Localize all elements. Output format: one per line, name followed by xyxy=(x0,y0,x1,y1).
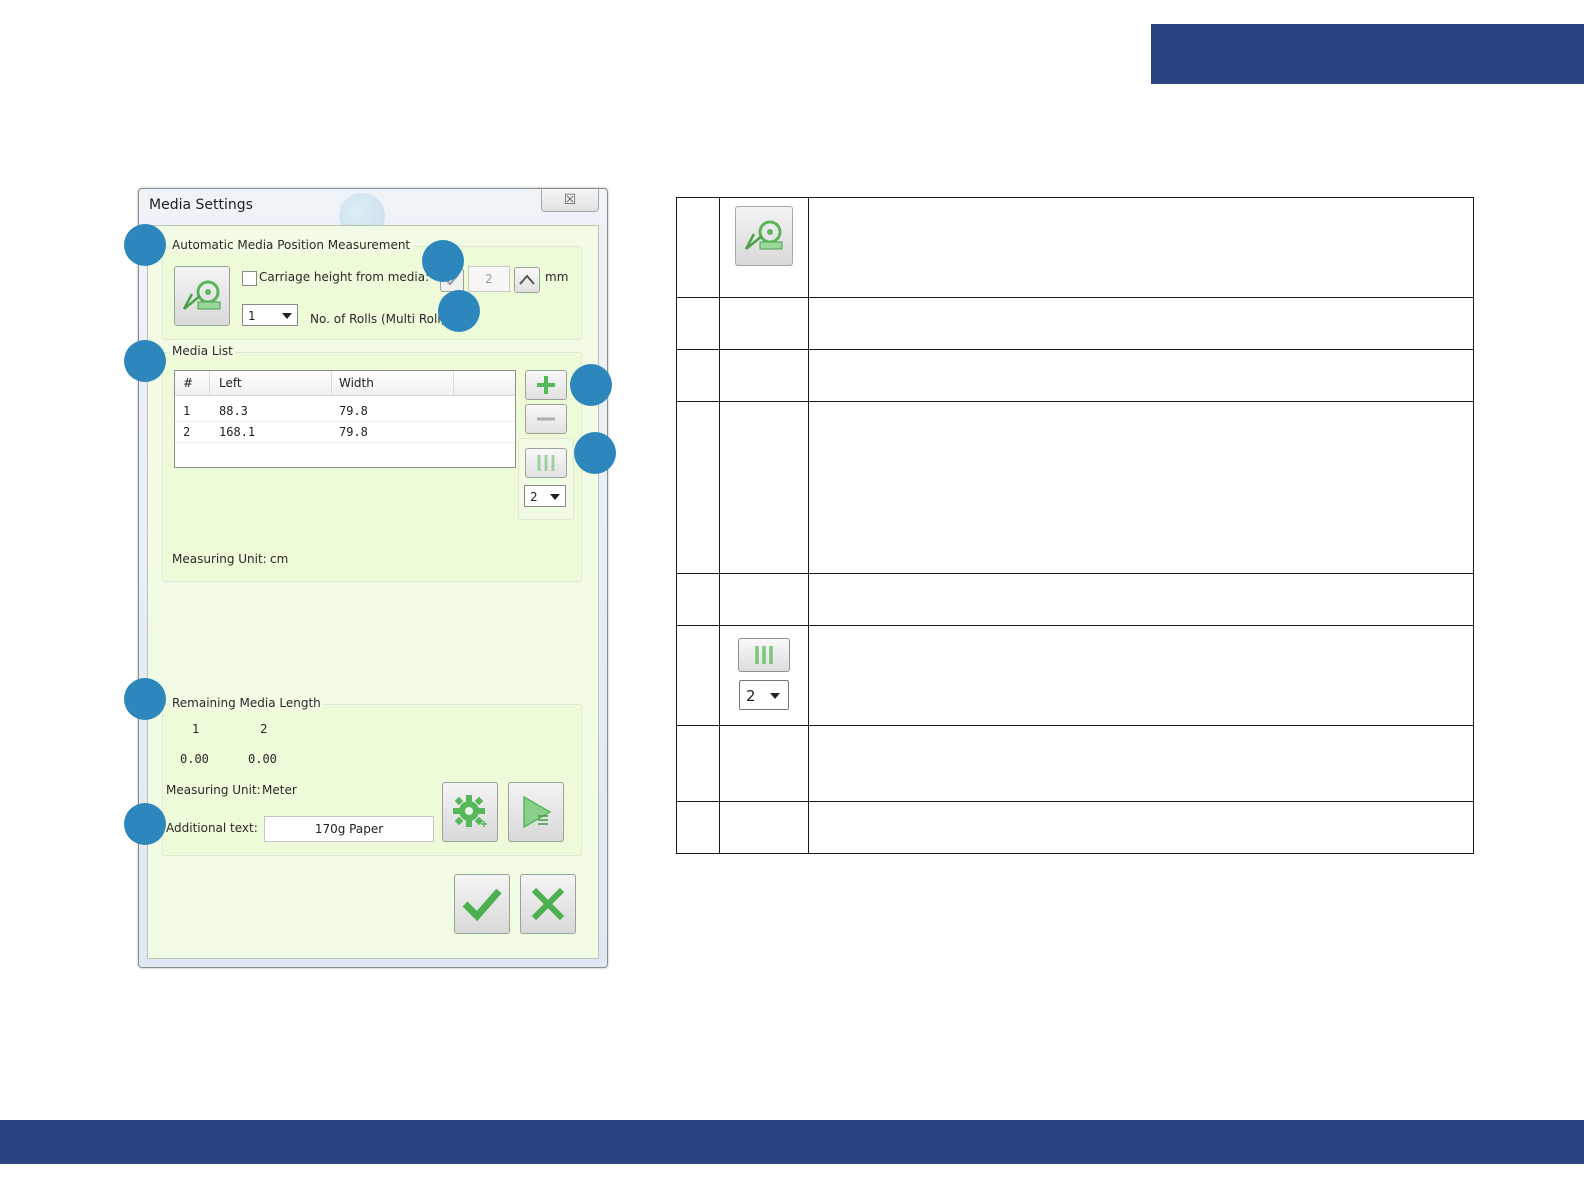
height-field[interactable]: 2 xyxy=(468,266,510,292)
table-row xyxy=(676,401,1474,574)
table-row xyxy=(676,197,1474,298)
media-list-header: # Left Width xyxy=(175,371,515,396)
remaining-unit-value: Meter xyxy=(262,783,297,797)
table-row xyxy=(676,573,1474,626)
table-row xyxy=(676,801,1474,854)
chevron-up-icon xyxy=(519,274,535,285)
tape-measure-icon xyxy=(744,220,783,250)
row-num: 1 xyxy=(183,404,191,418)
table-row: 2 xyxy=(676,625,1474,726)
gear-icon xyxy=(453,795,487,827)
chevron-down-icon xyxy=(550,494,560,500)
table-row[interactable]: 1 88.3 79.8 xyxy=(175,401,515,422)
split-count-illustration: 2 xyxy=(739,680,789,710)
callout-marker xyxy=(124,678,166,720)
minus-icon xyxy=(537,417,555,421)
measure-button[interactable] xyxy=(174,266,230,326)
column-header-left: Left xyxy=(219,376,242,390)
split-count-select[interactable]: 2 xyxy=(524,485,566,507)
tape-measure-icon xyxy=(182,280,221,310)
table-row xyxy=(676,725,1474,802)
additional-text-label: Additional text: xyxy=(166,821,258,835)
callout-marker xyxy=(570,364,612,406)
split-button-illustration xyxy=(738,638,790,672)
chevron-down-icon xyxy=(282,313,292,319)
table-row xyxy=(676,349,1474,402)
split-media-button[interactable] xyxy=(525,448,567,478)
media-list-table[interactable]: # Left Width 1 88.3 79.8 2 168.1 79.8 xyxy=(174,370,516,468)
play-arrow-icon xyxy=(523,795,552,829)
carriage-height-checkbox[interactable] xyxy=(242,271,257,286)
split-columns-icon xyxy=(537,455,555,471)
header-bar xyxy=(1151,24,1584,84)
media-list-unit-label: Measuring Unit: xyxy=(172,552,267,566)
rolls-value: 1 xyxy=(248,309,256,323)
callout-marker xyxy=(124,803,166,845)
add-media-button[interactable] xyxy=(525,370,567,400)
table-row xyxy=(676,297,1474,350)
cross-icon xyxy=(531,887,565,921)
apply-media-button[interactable] xyxy=(508,782,564,842)
table-row[interactable]: 2 168.1 79.8 xyxy=(175,422,515,443)
rolls-select[interactable]: 1 xyxy=(242,304,298,326)
callout-marker xyxy=(574,432,616,474)
row-width: 79.8 xyxy=(339,404,368,418)
media-settings-button[interactable] xyxy=(442,782,498,842)
split-columns-icon xyxy=(755,646,773,664)
height-unit: mm xyxy=(545,270,569,284)
carriage-height-label: Carriage height from media: xyxy=(259,270,430,284)
callout-marker xyxy=(124,340,166,382)
close-icon: ☒ xyxy=(563,192,577,208)
auto-measure-title: Automatic Media Position Measurement xyxy=(170,238,413,252)
media-list-title: Media List xyxy=(170,344,235,358)
callout-marker xyxy=(438,290,480,332)
media-list-unit-value: cm xyxy=(270,552,289,566)
rolls-label: No. of Rolls (Multi Roll) xyxy=(310,312,446,326)
callout-marker xyxy=(124,224,166,266)
height-up-button[interactable] xyxy=(514,267,540,293)
remaining-title: Remaining Media Length xyxy=(170,696,323,710)
footer-bar xyxy=(0,1120,1584,1164)
chevron-down-icon xyxy=(770,693,780,699)
row-width: 79.8 xyxy=(339,425,368,439)
remaining-header-1: 1 xyxy=(192,722,200,736)
remaining-value-1: 0.00 xyxy=(180,752,209,766)
checkmark-icon xyxy=(462,888,502,921)
dialog-title: Media Settings xyxy=(149,197,253,213)
row-left: 168.1 xyxy=(219,425,256,439)
plus-icon xyxy=(537,376,555,394)
description-table: 2 xyxy=(676,197,1474,854)
remaining-unit-label: Measuring Unit: xyxy=(166,783,261,797)
callout-marker xyxy=(422,240,464,282)
row-left: 88.3 xyxy=(219,404,248,418)
column-header-width: Width xyxy=(339,376,374,390)
remove-media-button[interactable] xyxy=(525,404,567,434)
ok-button[interactable] xyxy=(454,874,510,934)
row-num: 2 xyxy=(183,425,191,439)
close-button[interactable]: ☒ xyxy=(541,189,599,212)
remaining-header-2: 2 xyxy=(260,722,268,736)
measure-button-illustration xyxy=(735,206,793,266)
column-header-num: # xyxy=(183,376,194,390)
split-count-value: 2 xyxy=(746,687,756,705)
cancel-button[interactable] xyxy=(520,874,576,934)
additional-text-input[interactable] xyxy=(264,816,434,842)
dialog-body: Automatic Media Position Measurement Car… xyxy=(147,225,599,959)
remaining-value-2: 0.00 xyxy=(248,752,277,766)
split-count-value: 2 xyxy=(530,490,538,504)
media-settings-dialog: Media Settings ☒ Automatic Media Positio… xyxy=(138,188,608,968)
